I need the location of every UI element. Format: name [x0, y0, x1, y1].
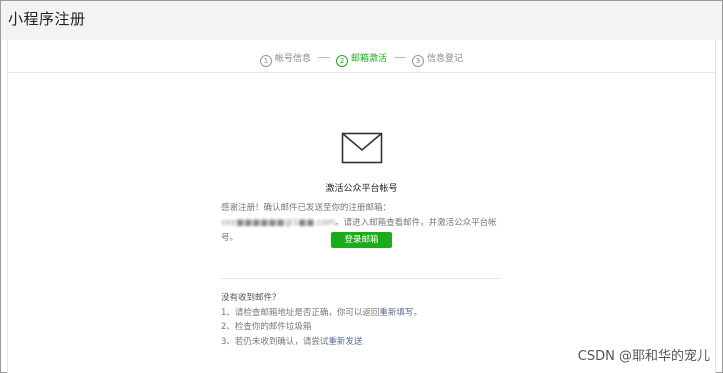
- help-item-text: 3、若仍未收到确认，请尝试: [221, 336, 329, 347]
- step-info-registration: 3 信息登记: [412, 51, 463, 67]
- page-title: 小程序注册: [8, 10, 86, 28]
- resend-link[interactable]: 重新发送: [328, 337, 362, 347]
- step-separator: [394, 57, 406, 58]
- help-item-3: 3、若仍未收到确认，请尝试重新发送: [221, 335, 521, 350]
- help-item-1: 1、请检查邮箱地址是否正确，你可以返回重新填写。: [221, 306, 521, 321]
- help-item-2: 2、检查你的邮件垃圾箱: [221, 322, 312, 332]
- message-prefix: 感谢注册！确认邮件已发送至你的注册邮箱：: [221, 203, 392, 213]
- step-indicator: 1 帐号信息 2 邮箱激活 3 信息登记: [8, 40, 715, 73]
- step-account-info: 1 帐号信息: [260, 51, 311, 67]
- step-label: 信息登记: [427, 54, 464, 64]
- refill-link[interactable]: 重新填写: [379, 308, 413, 318]
- step-number: 3: [412, 55, 424, 67]
- registered-email: vxx■■■■■■@1■■.com: [221, 218, 336, 228]
- activation-title: 激活公众平台帐号: [325, 184, 398, 194]
- registration-card: 1 帐号信息 2 邮箱激活 3 信息登记 激活公众平台帐号 感谢注册！确认邮件已发送至…: [7, 40, 716, 373]
- step-number: 1: [260, 55, 272, 67]
- watermark: CSDN @耶和华的宠儿: [577, 349, 710, 364]
- login-mailbox-button[interactable]: 登录邮箱: [331, 232, 392, 248]
- step-label: 邮箱激活: [351, 54, 388, 64]
- help-item-text: 1、请检查邮箱地址是否正确，你可以返回: [221, 307, 380, 318]
- step-email-activation: 2 邮箱激活: [336, 51, 387, 67]
- help-item-end: 。: [413, 307, 422, 318]
- step-separator: [318, 57, 330, 58]
- page-header: 小程序注册: [1, 1, 722, 40]
- step-number: 2: [336, 55, 348, 67]
- help-section: 没有收到邮件？ 1、请检查邮箱地址是否正确，你可以返回重新填写。 2、检查你的邮…: [221, 291, 521, 349]
- help-question: 没有收到邮件？: [221, 293, 281, 303]
- step-label: 帐号信息: [275, 54, 312, 64]
- envelope-icon: [341, 132, 383, 164]
- divider: [221, 278, 501, 279]
